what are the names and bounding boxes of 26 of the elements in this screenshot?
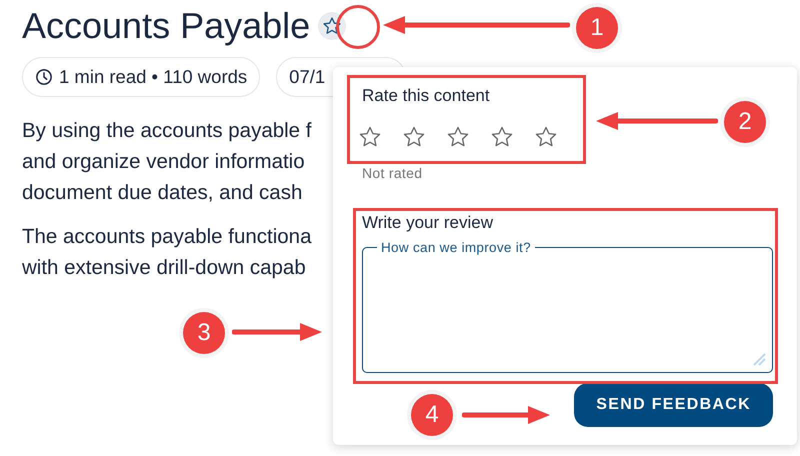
rating-heading: Rate this content: [362, 85, 491, 107]
callout-number: 2: [724, 101, 766, 143]
callout-number: 3: [183, 312, 225, 354]
highlight-ring: [336, 5, 380, 49]
rating-star-icon[interactable]: [358, 124, 382, 148]
clock-icon: [35, 68, 53, 86]
body-text-line: document due dates, and cash: [22, 180, 302, 206]
callout-number: 1: [576, 7, 618, 49]
body-text-line: By using the accounts payable f: [22, 118, 312, 144]
body-text-line: with extensive drill-down capab: [22, 255, 306, 282]
favorite-button[interactable]: [318, 12, 346, 40]
review-field[interactable]: How can we improve it?: [362, 241, 773, 373]
rating-star-icon[interactable]: [490, 124, 514, 148]
body-text-line: The accounts payable functiona: [22, 224, 312, 250]
star-icon: [322, 16, 342, 36]
rating-star-icon[interactable]: [446, 124, 470, 148]
review-label: Write your review: [362, 212, 494, 234]
rating-star-icon[interactable]: [402, 124, 426, 148]
rating-star-icon[interactable]: [534, 124, 558, 148]
page-title: Accounts Payable: [22, 4, 310, 48]
callout-number: 4: [411, 394, 453, 436]
send-feedback-button[interactable]: SEND FEEDBACK: [574, 383, 773, 427]
rating-status: Not rated: [362, 164, 424, 182]
body-text-line: and organize vendor informatio: [22, 149, 305, 176]
reading-time: 1 min read • 110 words: [59, 65, 248, 90]
publish-date: 07/1: [289, 65, 326, 90]
